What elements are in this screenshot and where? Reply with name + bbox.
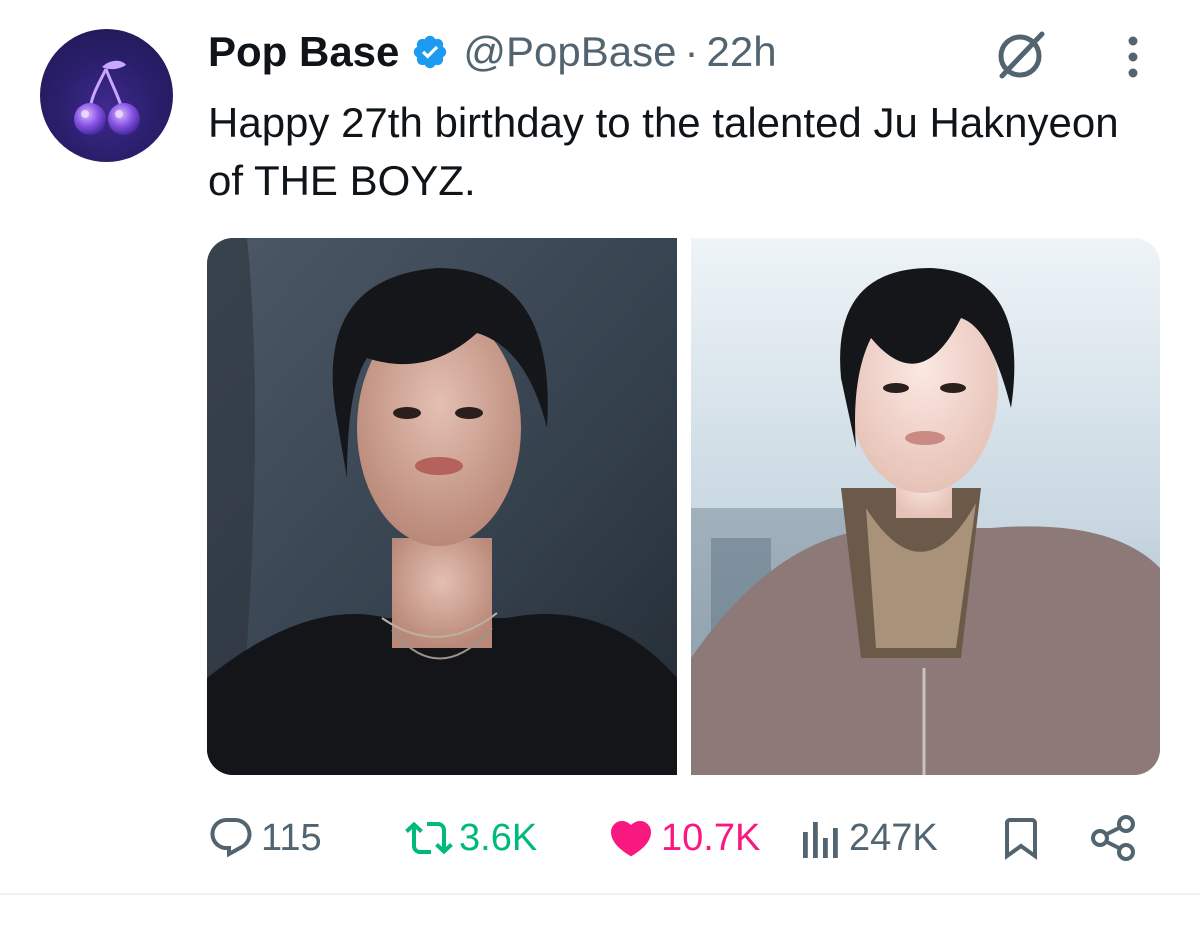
bookmark-icon — [1005, 818, 1037, 860]
tweet-text: Happy 27th birthday to the talented Ju H… — [208, 99, 1119, 204]
grok-icon[interactable] — [990, 26, 1050, 82]
views-button[interactable]: 247K — [799, 808, 938, 868]
tweet-photo[interactable] — [207, 238, 677, 775]
tweet[interactable]: Pop Base @PopBase · 22h Happy 27th birth… — [0, 0, 1200, 937]
tweet-actions: 115 3.6K 10.7K 247K — [207, 808, 1147, 868]
author-handle[interactable]: @PopBase — [463, 28, 676, 76]
views-icon — [803, 822, 838, 858]
cherry-icon — [74, 60, 140, 135]
retweet-button[interactable]: 3.6K — [405, 808, 537, 868]
bookmark-button[interactable] — [997, 808, 1045, 868]
portrait-photo-dark — [207, 238, 677, 775]
reply-count: 115 — [261, 816, 322, 859]
share-icon — [1091, 815, 1135, 861]
media-grid — [207, 238, 1160, 775]
timestamp[interactable]: 22h — [707, 28, 777, 76]
heart-icon — [610, 821, 652, 857]
retweet-count: 3.6K — [459, 816, 538, 859]
divider — [0, 893, 1200, 895]
more-options-icon[interactable] — [1120, 34, 1146, 80]
like-count: 10.7K — [661, 816, 761, 859]
like-button[interactable]: 10.7K — [607, 808, 760, 868]
separator-dot: · — [684, 28, 699, 75]
reply-button[interactable]: 115 — [207, 808, 322, 868]
reply-icon — [210, 818, 252, 858]
views-count: 247K — [849, 816, 938, 859]
retweet-icon — [405, 821, 453, 855]
verified-badge-icon — [411, 33, 449, 71]
tweet-photo[interactable] — [691, 238, 1160, 775]
tweet-header: Pop Base @PopBase · 22h — [208, 24, 777, 80]
portrait-photo-light — [691, 238, 1160, 775]
avatar[interactable] — [40, 29, 173, 162]
share-button[interactable] — [1087, 808, 1139, 868]
author-name[interactable]: Pop Base — [208, 28, 399, 76]
